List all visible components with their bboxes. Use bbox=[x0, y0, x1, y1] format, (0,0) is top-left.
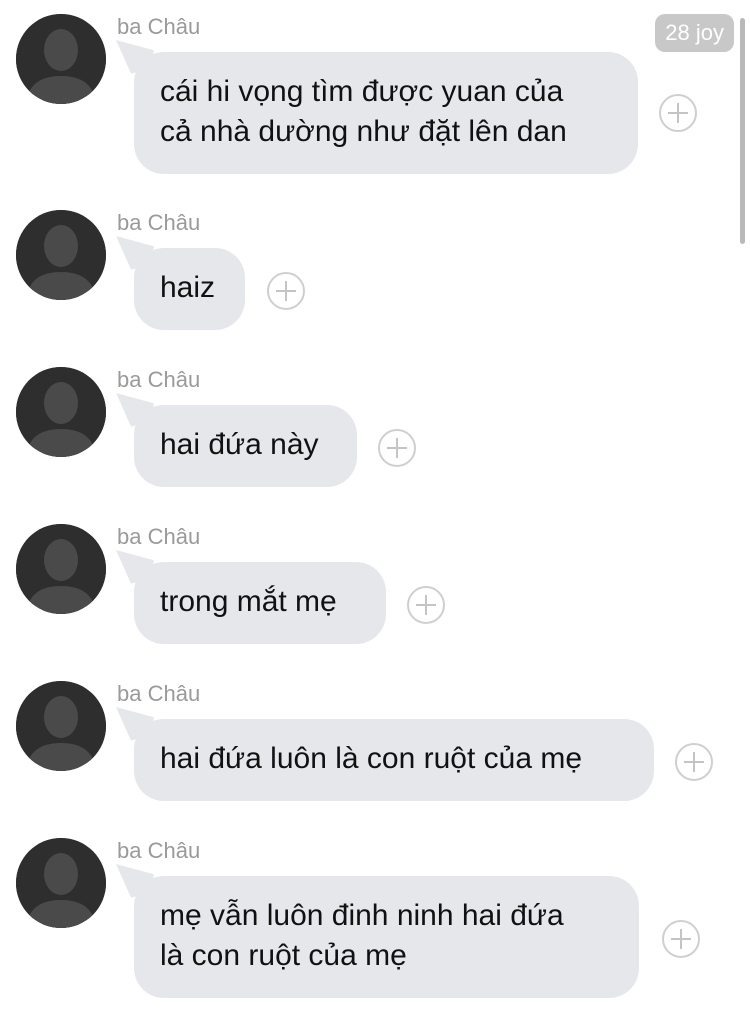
avatar-icon[interactable] bbox=[16, 681, 106, 771]
message-row: ba Châu mẹ vẫn luôn đinh ninh hai đứa là… bbox=[0, 838, 750, 1003]
sender-name: ba Châu bbox=[117, 210, 201, 235]
add-reaction-icon[interactable] bbox=[675, 743, 713, 781]
avatar-icon[interactable] bbox=[16, 14, 106, 104]
sender-name: ba Châu bbox=[117, 838, 201, 863]
sender-name: ba Châu bbox=[117, 14, 201, 39]
avatar-icon[interactable] bbox=[16, 838, 106, 928]
add-reaction-icon[interactable] bbox=[662, 920, 700, 958]
add-reaction-icon[interactable] bbox=[659, 94, 697, 132]
message-row: ba Châu trong mắt mẹ bbox=[0, 524, 750, 646]
message-row: ba Châu cái hi vọng tìm được yuan của cả… bbox=[0, 14, 750, 174]
sender-name: ba Châu bbox=[117, 524, 201, 549]
message-row: ba Châu hai đứa này bbox=[0, 367, 750, 489]
message-row: ba Châu haiz bbox=[0, 210, 750, 332]
chat-view: 28 joy ba Châu cái hi vọng tìm được yuan… bbox=[0, 0, 750, 1016]
message-bubble[interactable]: haiz bbox=[134, 248, 245, 330]
avatar-icon[interactable] bbox=[16, 210, 106, 300]
message-row: ba Châu hai đứa luôn là con ruột của mẹ bbox=[0, 681, 750, 803]
message-bubble[interactable]: hai đứa này bbox=[134, 405, 357, 487]
add-reaction-icon[interactable] bbox=[378, 429, 416, 467]
sender-name: ba Châu bbox=[117, 681, 201, 706]
message-bubble[interactable]: mẹ vẫn luôn đinh ninh hai đứa là con ruộ… bbox=[134, 876, 639, 998]
add-reaction-icon[interactable] bbox=[267, 272, 305, 310]
message-bubble[interactable]: hai đứa luôn là con ruột của mẹ bbox=[134, 719, 654, 801]
add-reaction-icon[interactable] bbox=[407, 586, 445, 624]
message-bubble[interactable]: trong mắt mẹ bbox=[134, 562, 386, 644]
avatar-icon[interactable] bbox=[16, 367, 106, 457]
sender-name: ba Châu bbox=[117, 367, 201, 392]
avatar-icon[interactable] bbox=[16, 524, 106, 614]
message-bubble[interactable]: cái hi vọng tìm được yuan của cả nhà dườ… bbox=[134, 52, 638, 174]
